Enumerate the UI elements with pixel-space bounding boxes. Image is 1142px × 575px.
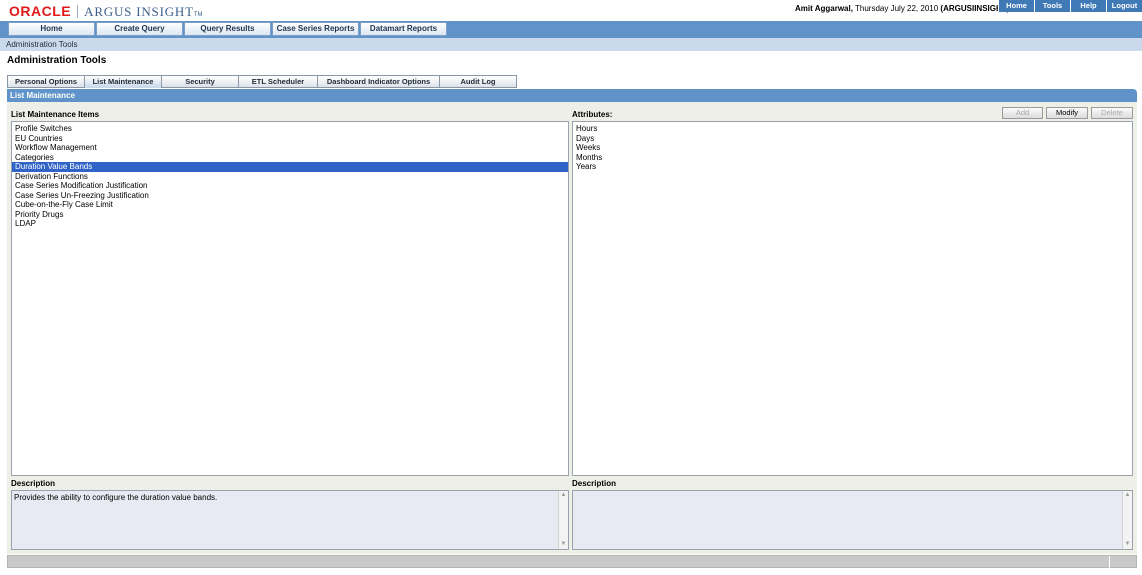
attribute-item-days[interactable]: Days xyxy=(573,134,1132,144)
global-link-logout[interactable]: Logout xyxy=(1106,0,1142,12)
global-link-tools[interactable]: Tools xyxy=(1034,0,1070,12)
tab-etl-scheduler[interactable]: ETL Scheduler xyxy=(238,75,318,88)
left-description-textarea[interactable]: Provides the ability to configure the du… xyxy=(11,490,569,550)
right-description-textarea[interactable]: ▲ ▼ xyxy=(572,490,1133,550)
list-item-profile-switches[interactable]: Profile Switches xyxy=(12,124,568,134)
right-description-label: Description xyxy=(572,479,617,488)
logo-divider xyxy=(77,5,79,18)
user-info: Amit Aggarwal, Thursday July 22, 2010 (A… xyxy=(795,4,1009,13)
breadcrumb: Administration Tools xyxy=(0,38,1142,51)
list-item-workflow-management[interactable]: Workflow Management xyxy=(12,143,568,153)
attribute-item-years[interactable]: Years xyxy=(573,162,1132,172)
tab-list-maintenance[interactable]: List Maintenance xyxy=(84,75,162,88)
nav-datamart-reports-button[interactable]: Datamart Reports xyxy=(360,22,447,36)
list-item-case-series-unfreezing-justification[interactable]: Case Series Un-Freezing Justification xyxy=(12,191,568,201)
oracle-argus-logo: ORACLE ARGUS INSIGHT TM xyxy=(9,3,203,19)
app-header: ORACLE ARGUS INSIGHT TM Amit Aggarwal, T… xyxy=(0,0,1142,20)
nav-create-query-button[interactable]: Create Query xyxy=(96,22,183,36)
list-item-categories[interactable]: Categories xyxy=(12,153,568,163)
status-bar-divider xyxy=(1109,556,1110,568)
scroll-down-icon[interactable]: ▼ xyxy=(559,540,568,549)
global-link-home[interactable]: Home xyxy=(998,0,1034,12)
list-item-cube-on-the-fly-case-limit[interactable]: Cube-on-the-Fly Case Limit xyxy=(12,200,568,210)
nav-home-button[interactable]: Home xyxy=(8,22,95,36)
attributes-label: Attributes: xyxy=(572,110,613,119)
nav-query-results-button[interactable]: Query Results xyxy=(184,22,271,36)
global-link-help[interactable]: Help xyxy=(1070,0,1106,12)
list-item-duration-value-bands[interactable]: Duration Value Bands xyxy=(12,162,568,172)
delete-button[interactable]: Delete xyxy=(1091,107,1133,119)
add-button[interactable]: Add xyxy=(1002,107,1043,119)
section-title: List Maintenance xyxy=(7,89,1137,102)
list-item-derivation-functions[interactable]: Derivation Functions xyxy=(12,172,568,182)
scroll-up-icon[interactable]: ▲ xyxy=(1123,491,1132,500)
status-bar xyxy=(7,555,1137,568)
nav-case-series-reports-button[interactable]: Case Series Reports xyxy=(272,22,359,36)
logo-brand: ORACLE xyxy=(9,3,72,19)
tab-audit-log[interactable]: Audit Log xyxy=(439,75,517,88)
page-title: Administration Tools xyxy=(7,55,107,66)
attribute-item-weeks[interactable]: Weeks xyxy=(573,143,1132,153)
user-name: Amit Aggarwal, xyxy=(795,4,853,13)
logo-product: ARGUS INSIGHT xyxy=(84,4,194,19)
left-description-scrollbar[interactable]: ▲ ▼ xyxy=(558,491,568,549)
list-maintenance-items-listbox[interactable]: Profile Switches EU Countries Workflow M… xyxy=(11,121,569,476)
scroll-up-icon[interactable]: ▲ xyxy=(559,491,568,500)
main-nav: Home Create Query Query Results Case Ser… xyxy=(0,21,1142,38)
attribute-item-months[interactable]: Months xyxy=(573,153,1132,163)
right-description-scrollbar[interactable]: ▲ ▼ xyxy=(1122,491,1132,549)
logo-trademark: TM xyxy=(193,12,203,18)
scroll-down-icon[interactable]: ▼ xyxy=(1123,540,1132,549)
attributes-listbox[interactable]: Hours Days Weeks Months Years xyxy=(572,121,1133,476)
left-description-text: Provides the ability to configure the du… xyxy=(14,493,218,502)
tab-dashboard-indicator-options[interactable]: Dashboard Indicator Options xyxy=(317,75,440,88)
modify-button[interactable]: Modify xyxy=(1046,107,1088,119)
attribute-item-hours[interactable]: Hours xyxy=(573,124,1132,134)
tab-security[interactable]: Security xyxy=(161,75,239,88)
left-description-label: Description xyxy=(11,479,56,488)
current-date: Thursday July 22, 2010 xyxy=(855,4,939,13)
list-item-priority-drugs[interactable]: Priority Drugs xyxy=(12,210,568,220)
list-item-eu-countries[interactable]: EU Countries xyxy=(12,134,568,144)
list-item-ldap[interactable]: LDAP xyxy=(12,219,568,229)
list-item-case-series-modification-justification[interactable]: Case Series Modification Justification xyxy=(12,181,568,191)
list-items-label: List Maintenance Items xyxy=(11,110,100,119)
tab-personal-options[interactable]: Personal Options xyxy=(7,75,85,88)
global-links: Home Tools Help Logout xyxy=(998,0,1142,12)
